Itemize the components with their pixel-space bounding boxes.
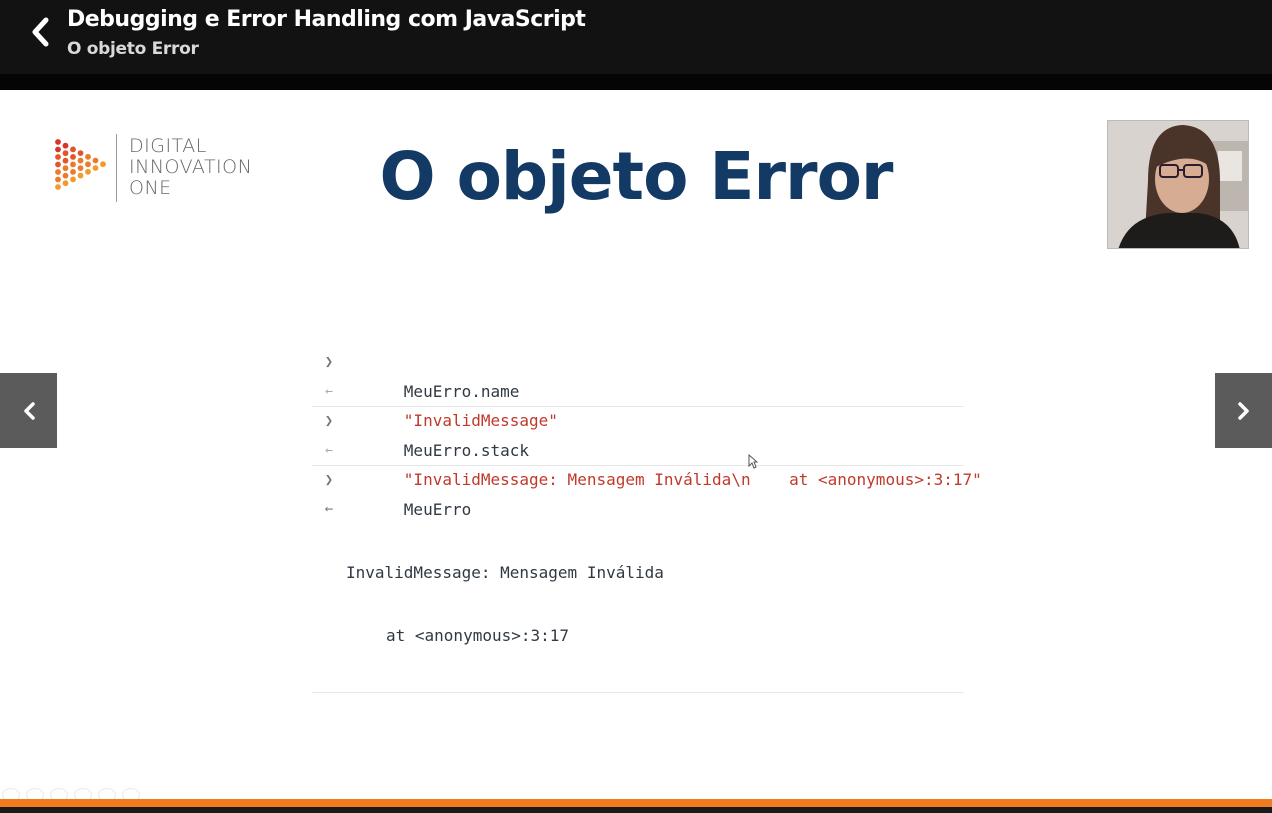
console-input-row: ❯ MeuErro.name (312, 348, 964, 401)
console-output-row: ← InvalidMessage: Mensagem Inválida at <… (312, 495, 964, 692)
prompt-chevron-icon: ❯ (324, 413, 334, 429)
result-arrow-icon: ← (325, 443, 333, 458)
back-button[interactable] (24, 14, 56, 50)
console-output-line: at <anonymous>:3:17 (386, 626, 570, 645)
lesson-title: O objeto Error (67, 39, 199, 59)
console-input-row: ❯ MeuErro.stack (312, 407, 964, 460)
chevron-left-icon (32, 17, 49, 47)
console-result-row: ← "InvalidMessage: Mensagem Inválida\n at… (312, 436, 982, 489)
video-slide: DIGITAL INNOVATION ONE O objeto Error ❯ M… (0, 90, 1272, 799)
console-output-line: InvalidMessage: Mensagem Inválida (346, 563, 664, 582)
console-result-row: ← "InvalidMessage" (312, 377, 964, 430)
prompt-chevron-icon: ❯ (324, 472, 334, 488)
presenter-image (1108, 121, 1248, 248)
console-separator (312, 692, 964, 693)
bottom-strip (0, 807, 1272, 813)
result-arrow-icon: ← (324, 501, 334, 517)
top-bar: Debugging e Error Handling com JavaScrip… (0, 0, 1272, 74)
result-arrow-icon: ← (325, 384, 333, 399)
topbar-divider (0, 74, 1272, 90)
course-title: Debugging e Error Handling com JavaScrip… (67, 7, 586, 32)
next-slide-button[interactable] (1215, 373, 1272, 448)
console-input-row: ❯ MeuErro (312, 466, 964, 519)
devtools-console: ❯ MeuErro.name ← "InvalidMessage" ❯ MeuErro… (312, 348, 982, 693)
previous-slide-button[interactable] (0, 373, 57, 448)
presenter-webcam (1107, 120, 1249, 249)
slide-title: O objeto Error (379, 138, 893, 215)
chevron-right-icon (1237, 401, 1249, 420)
chevron-left-icon (23, 401, 35, 420)
mouse-cursor-icon (748, 453, 759, 475)
prompt-chevron-icon: ❯ (324, 354, 334, 370)
video-progress-bar[interactable] (0, 799, 1272, 807)
